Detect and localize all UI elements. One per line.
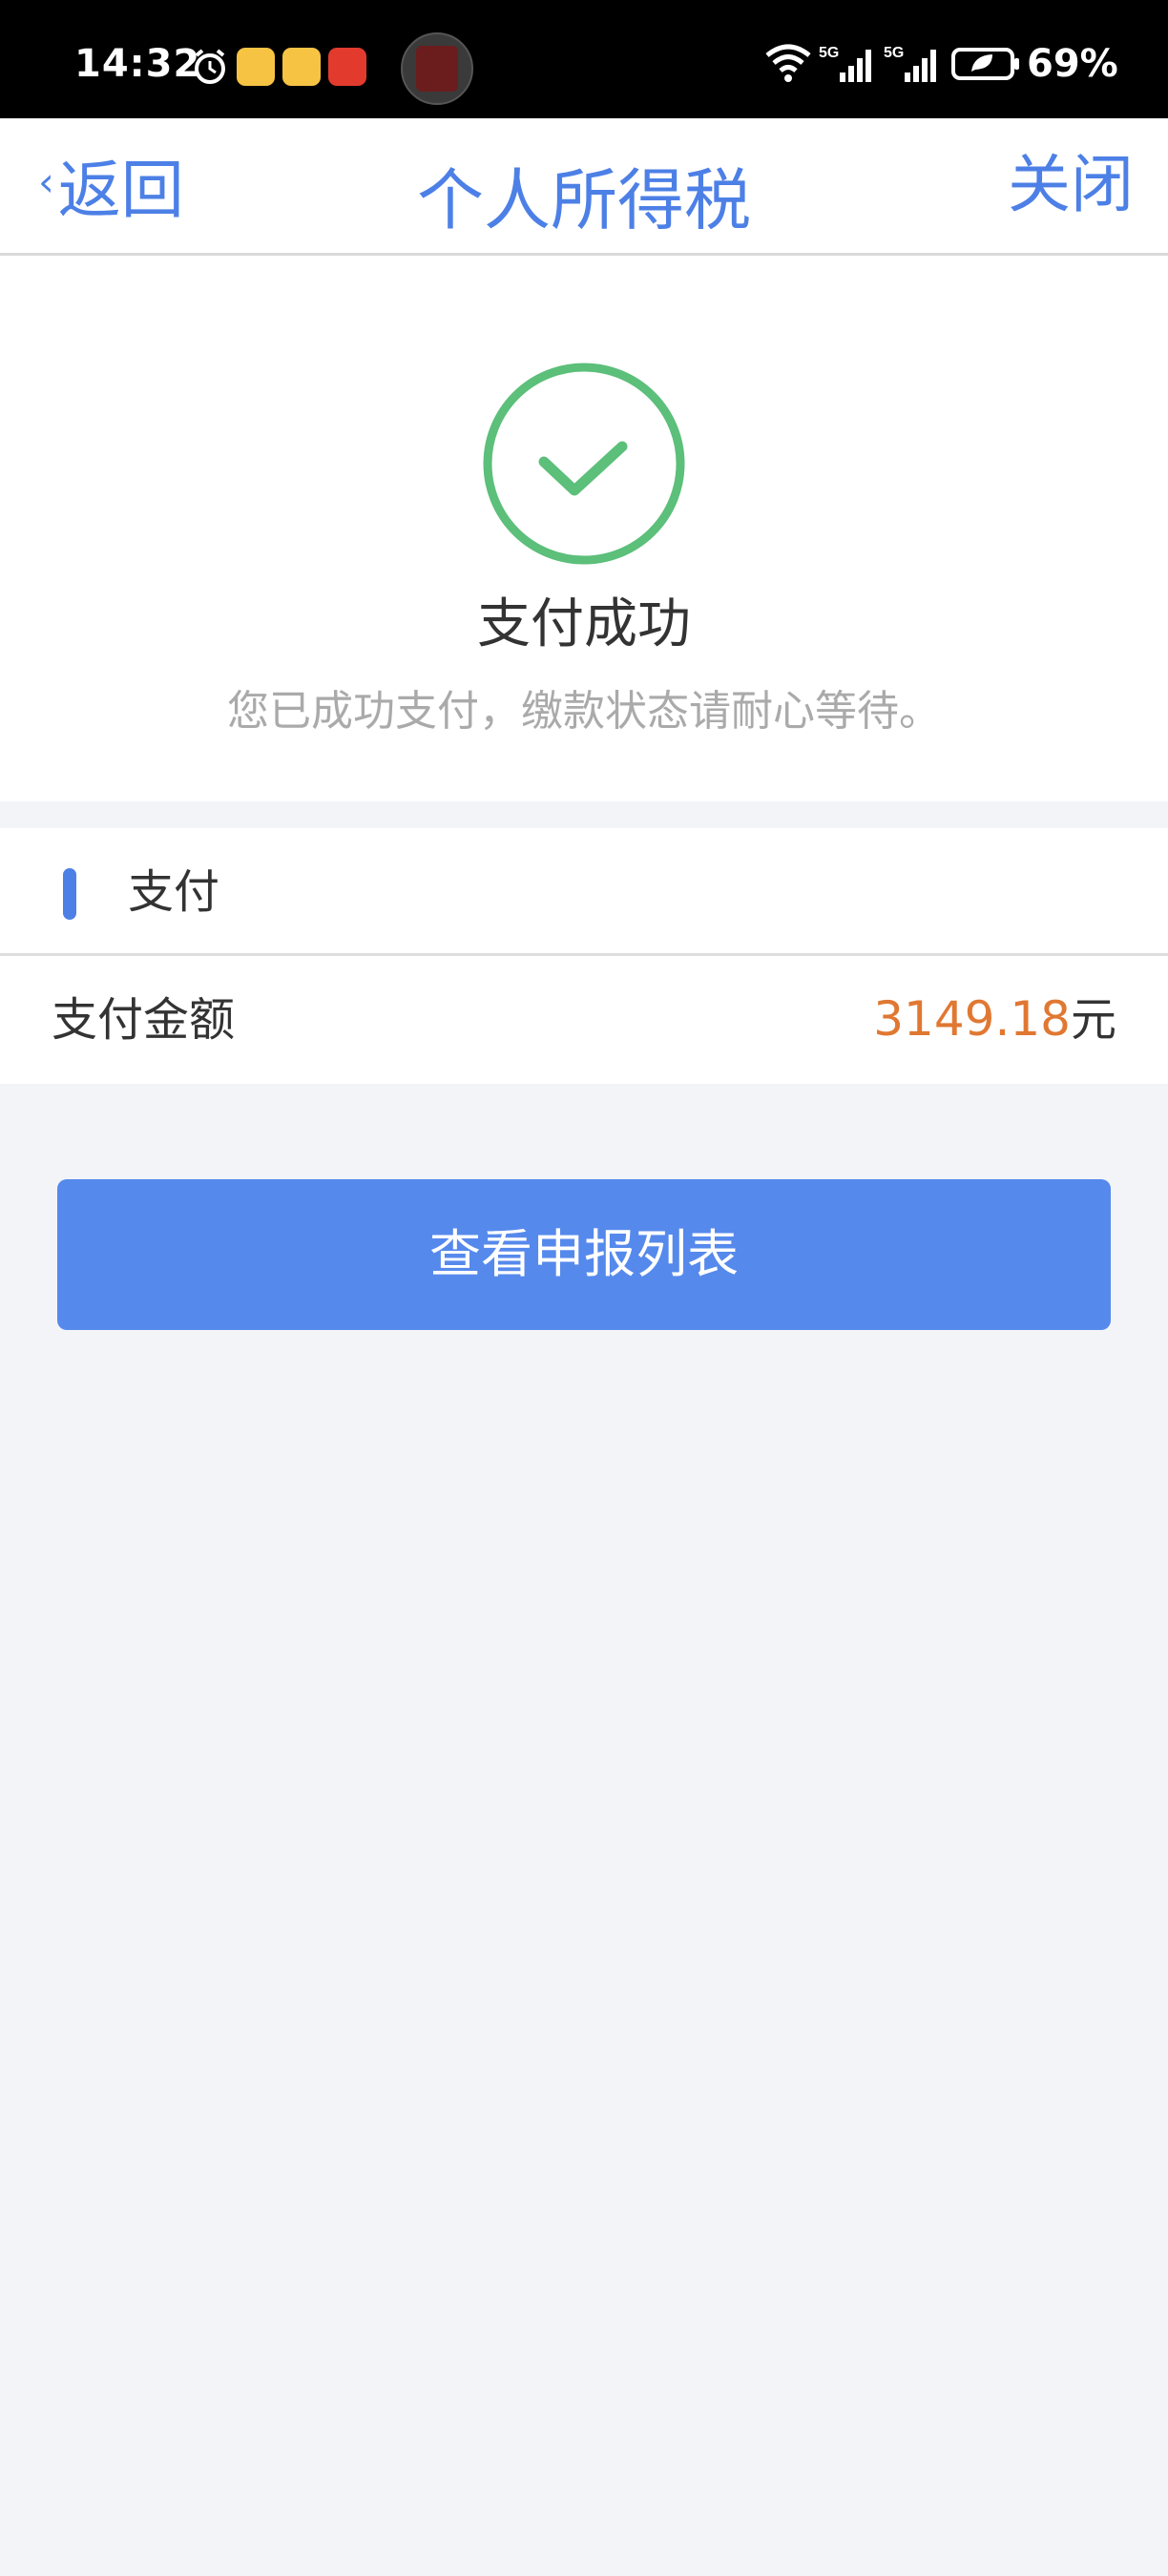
- wifi-icon: [765, 44, 811, 82]
- amount-unit: 元: [1070, 993, 1116, 1047]
- amount-value-wrap: 3149.18元: [873, 987, 1116, 1052]
- success-title: 支付成功: [477, 593, 691, 655]
- amount-row: 支付金额 3149.18元: [0, 956, 1168, 1084]
- success-description: 您已成功支付，缴款状态请耐心等待。: [227, 687, 941, 736]
- section-marker: [63, 868, 76, 920]
- alarm-icon: [195, 49, 225, 84]
- amount-value: 3149.18: [873, 991, 1071, 1047]
- check-circle-icon: [483, 363, 685, 565]
- weibo-icon: [237, 48, 275, 86]
- avatar-icon: [401, 32, 473, 105]
- signal-5g-icon: 5G: [884, 45, 936, 82]
- battery-icon: [951, 48, 1019, 80]
- svg-text:5G: 5G: [819, 45, 839, 61]
- section-title: 支付: [128, 865, 220, 919]
- section-header: 支付: [0, 828, 1168, 956]
- svg-text:5G: 5G: [884, 45, 904, 61]
- status-bar: 14:32 5G 5G 69%: [0, 0, 1168, 118]
- payment-panel: 支付 支付金额 3149.18元: [0, 828, 1168, 1084]
- amount-label: 支付金额: [52, 993, 236, 1047]
- view-declaration-list-button[interactable]: 查看申报列表: [57, 1179, 1111, 1330]
- weibo-icon: [282, 48, 321, 86]
- close-button[interactable]: 关闭: [1008, 147, 1134, 223]
- status-time: 14:32: [74, 42, 201, 86]
- signal-5g-icon: 5G: [819, 45, 871, 82]
- page-title: 个人所得税: [417, 161, 751, 239]
- success-section: 支付成功 您已成功支付，缴款状态请耐心等待。: [0, 256, 1168, 801]
- pay-app-icon: [328, 48, 366, 86]
- battery-percent: 69%: [1027, 42, 1118, 86]
- nav-bar: ‹ 返回 个人所得税 关闭: [0, 118, 1168, 256]
